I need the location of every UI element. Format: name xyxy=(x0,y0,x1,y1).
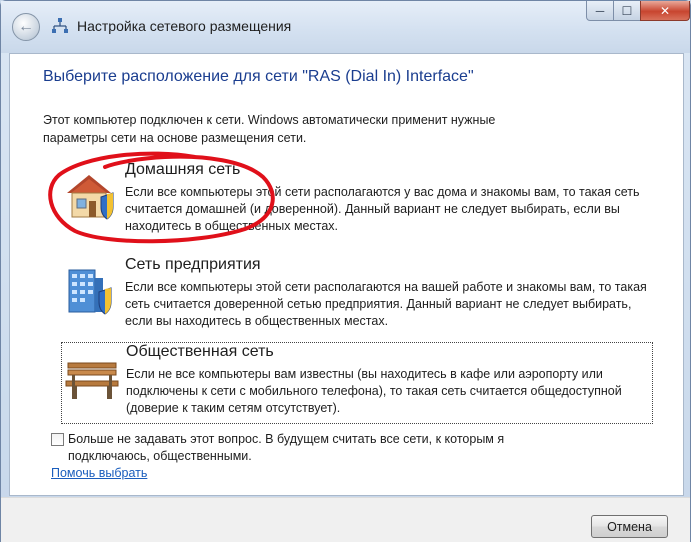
option-work-title: Сеть предприятия xyxy=(125,256,261,273)
dont-ask-again-label[interactable]: Больше не задавать этот вопрос. В будуще… xyxy=(68,431,538,465)
maximize-icon: ☐ xyxy=(621,3,633,18)
network-icon xyxy=(52,18,68,33)
minimize-icon: ─ xyxy=(595,3,605,18)
back-button[interactable]: ← xyxy=(12,13,40,41)
dont-ask-again-checkbox[interactable] xyxy=(51,433,64,446)
button-bar xyxy=(1,497,690,542)
park-bench-icon xyxy=(65,362,119,399)
back-arrow-icon: ← xyxy=(18,18,34,35)
option-public-description: Если не все компьютеры вам известны (вы … xyxy=(126,367,622,415)
close-icon: ✕ xyxy=(659,3,671,18)
minimize-button[interactable]: ─ xyxy=(586,1,614,21)
close-button[interactable]: ✕ xyxy=(640,1,690,21)
page-title: Выберите расположение для сети "RAS (Dia… xyxy=(43,68,474,85)
option-public-network[interactable]: Общественная сеть Если не все компьютеры… xyxy=(61,342,653,424)
option-work-network[interactable]: Сеть предприятия Если все компьютеры это… xyxy=(61,256,653,336)
intro-text: Этот компьютер подключен к сети. Windows… xyxy=(43,113,496,145)
office-building-shield-icon xyxy=(68,269,112,315)
cancel-button[interactable]: Отмена xyxy=(591,515,668,538)
dialog-window: ← Настройка сетевого размещения ─ ☐ ✕ Вы… xyxy=(0,0,691,542)
option-work-description: Если все компьютеры этой сети располагаю… xyxy=(125,280,647,328)
option-home-description: Если все компьютеры этой сети располагаю… xyxy=(125,185,640,233)
house-shield-icon xyxy=(67,175,114,220)
option-public-title: Общественная сеть xyxy=(126,343,274,360)
option-home-network[interactable]: Домашняя сеть Если все компьютеры этой с… xyxy=(61,161,653,241)
help-choose-link[interactable]: Помочь выбрать xyxy=(51,466,147,480)
window-title: Настройка сетевого размещения xyxy=(77,18,292,34)
maximize-button[interactable]: ☐ xyxy=(613,1,641,21)
option-home-title: Домашняя сеть xyxy=(125,161,241,178)
